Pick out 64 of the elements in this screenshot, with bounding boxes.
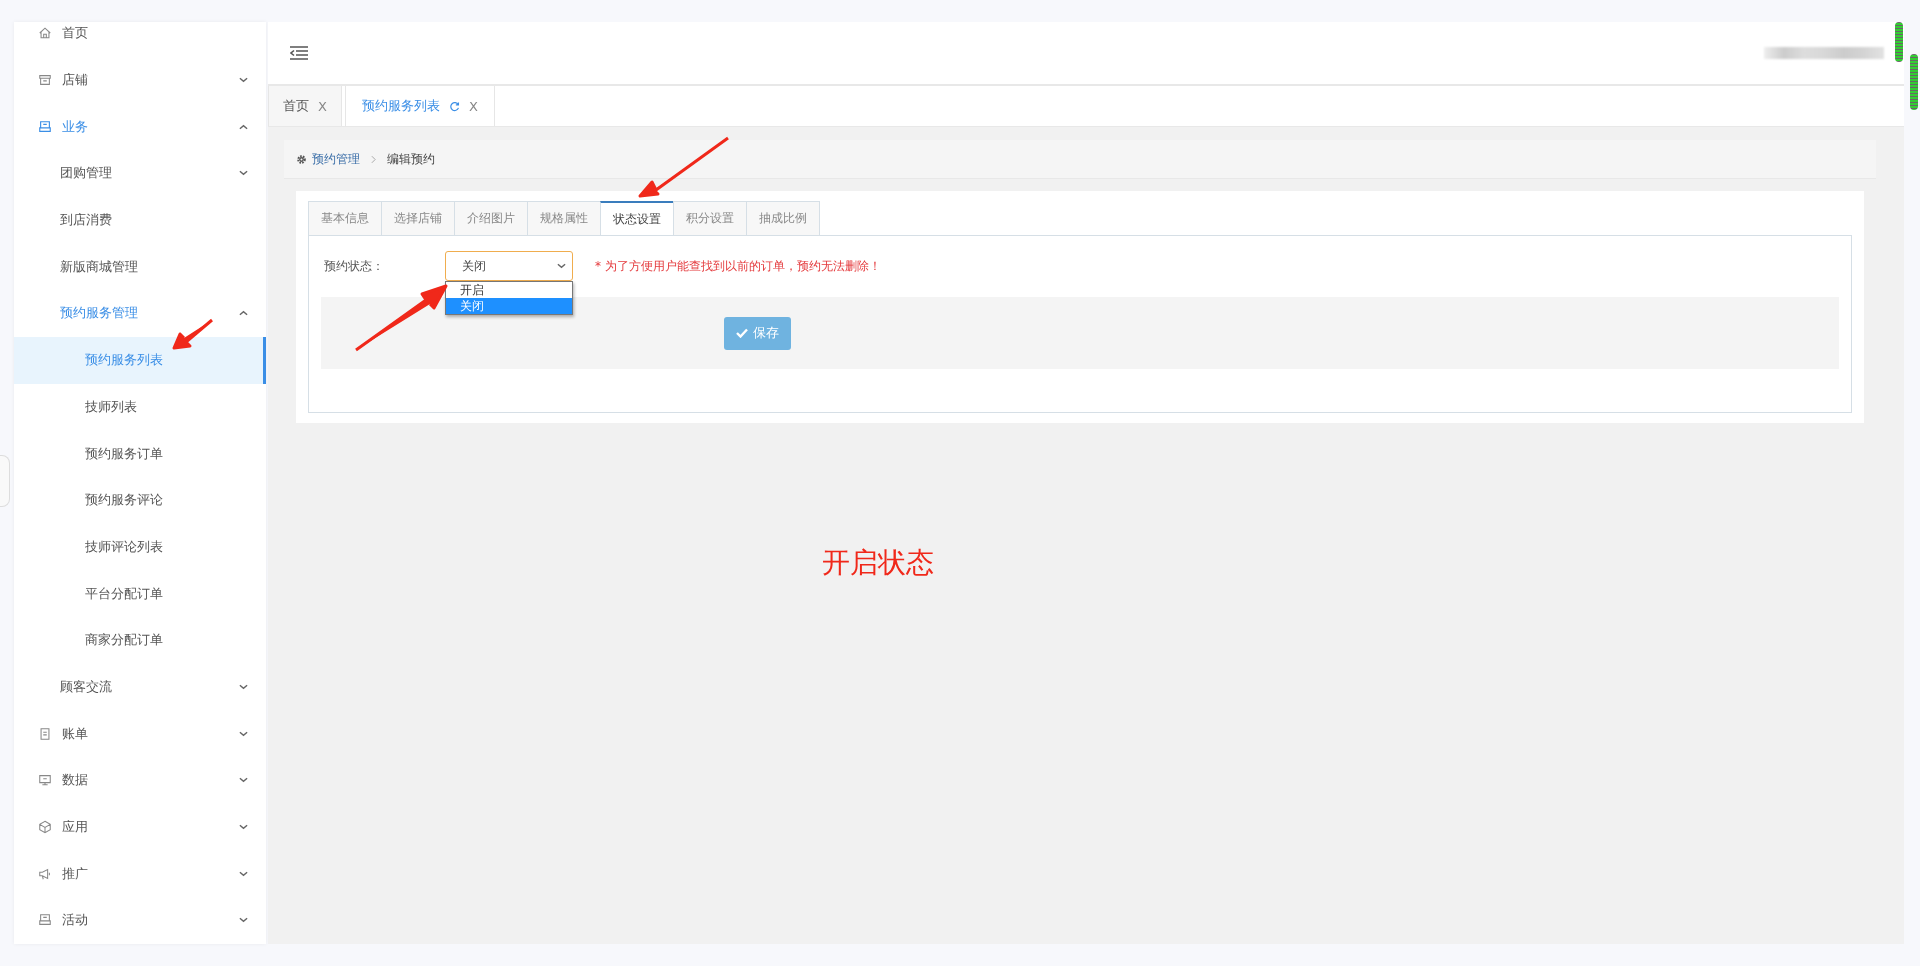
- sidebar-item[interactable]: 活动: [14, 897, 266, 944]
- scroll-indicator: [1895, 22, 1903, 62]
- close-button[interactable]: X: [468, 98, 478, 114]
- status-select[interactable]: 关闭: [445, 251, 573, 281]
- form-tab[interactable]: 基本信息: [308, 201, 381, 235]
- refresh-icon[interactable]: [448, 100, 460, 112]
- form-tab[interactable]: 选择店铺: [381, 201, 454, 235]
- sidebar-item[interactable]: 顾客交流: [14, 663, 266, 711]
- collapse-handle[interactable]: [0, 455, 10, 507]
- page-tab[interactable]: 首页 X: [268, 86, 342, 126]
- check-icon: [736, 328, 748, 338]
- sidebar-item[interactable]: 到店消费: [14, 196, 266, 244]
- menu-item-icon: [38, 773, 52, 788]
- sidebar-item[interactable]: 首页: [14, 22, 266, 57]
- form-tab[interactable]: 抽成比例: [746, 201, 820, 235]
- breadcrumb-link[interactable]: 预约管理: [312, 150, 360, 168]
- scroll-indicator: [1910, 54, 1918, 110]
- menu-item-icon: [38, 820, 52, 835]
- form-tab[interactable]: 介绍图片: [454, 201, 527, 235]
- sidebar-item[interactable]: 商家分配订单: [14, 616, 266, 664]
- chevron-icon: [239, 777, 248, 784]
- chevron-icon: [239, 310, 248, 317]
- menu-icon[interactable]: [290, 46, 308, 60]
- chevron-icon: [239, 170, 248, 177]
- chevron-icon: [557, 263, 566, 269]
- form-tab[interactable]: 规格属性: [527, 201, 600, 235]
- sidebar-item[interactable]: 新版商城管理: [14, 243, 266, 291]
- chevron-icon: [239, 683, 248, 690]
- sidebar-item[interactable]: 账单: [14, 710, 266, 757]
- menu-item-icon: [38, 866, 52, 881]
- sidebar-item[interactable]: 技师列表: [14, 383, 266, 431]
- chevron-icon: [239, 123, 248, 130]
- gear-icon: [296, 153, 307, 165]
- sidebar-item[interactable]: 团购管理: [14, 150, 266, 197]
- sidebar-item[interactable]: 数据: [14, 757, 266, 804]
- sidebar-item[interactable]: 预约服务订单: [14, 430, 266, 477]
- field-label: 预约状态：: [323, 257, 385, 275]
- sidebar-item[interactable]: 预约服务评论: [14, 476, 266, 524]
- sidebar-item[interactable]: 预约服务管理: [14, 290, 266, 337]
- warning-note: * 为了方便用户能查找到以前的订单，预约无法删除！: [595, 257, 881, 275]
- annotation-arrow: [170, 316, 216, 352]
- menu-item-icon: [38, 73, 52, 88]
- menu-item-icon: [38, 26, 52, 41]
- chevron-icon: [239, 824, 248, 831]
- form-tab[interactable]: 状态设置: [600, 201, 673, 235]
- sidebar-item[interactable]: 应用: [14, 803, 266, 851]
- menu-item-icon: [38, 119, 52, 134]
- annotation-text: 开启状态: [822, 545, 934, 581]
- dropdown-option[interactable]: 开启: [446, 282, 572, 298]
- chevron-icon: [239, 917, 248, 924]
- sidebar-item[interactable]: 平台分配订单: [14, 570, 266, 617]
- chevron-icon: [239, 730, 248, 737]
- separator-icon: [371, 154, 376, 164]
- menu-item-icon: [38, 913, 52, 928]
- menu-item-icon: [38, 726, 52, 741]
- chevron-icon: [239, 77, 248, 84]
- sidebar-item[interactable]: 推广: [14, 850, 266, 898]
- breadcrumb-current: 编辑预约: [387, 150, 435, 168]
- sidebar-item[interactable]: 业务: [14, 103, 266, 151]
- page-tab[interactable]: 预约服务列表 X: [344, 86, 495, 126]
- chevron-icon: [239, 870, 248, 877]
- form-tab[interactable]: 积分设置: [673, 201, 746, 235]
- sidebar-item[interactable]: 店铺: [14, 56, 266, 104]
- sidebar-item[interactable]: 技师评论列表: [14, 523, 266, 571]
